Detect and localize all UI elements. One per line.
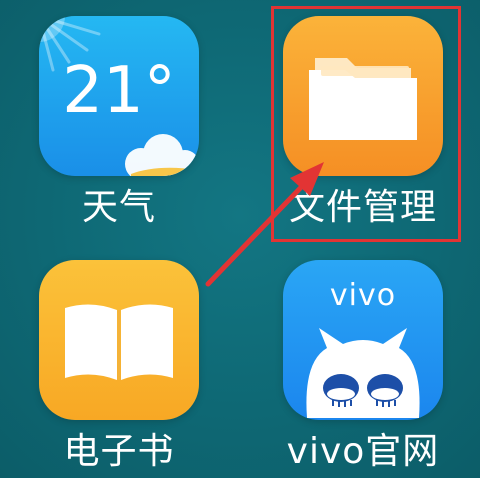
pointer-arrow-icon — [205, 162, 324, 287]
